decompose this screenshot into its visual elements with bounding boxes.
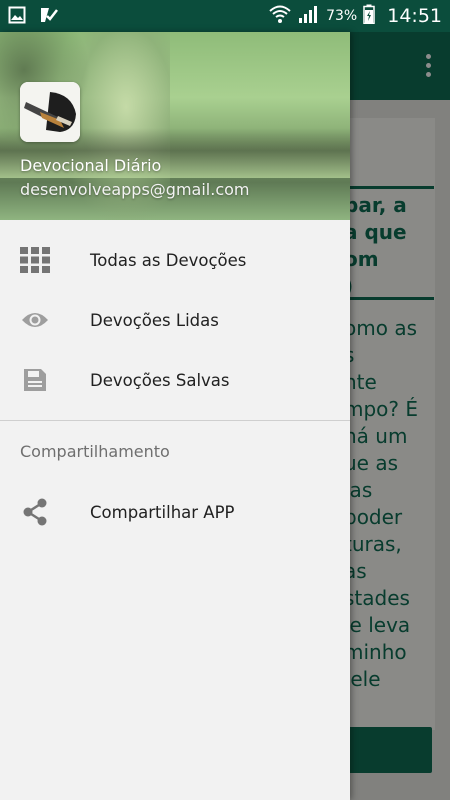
section-title-compartilhamento: Compartilhamento [20,442,170,461]
menu-item-label: Todas as Devoções [90,250,247,270]
menu-item-devocoes-lidas[interactable]: Devoções Lidas [0,290,350,350]
battery-charging-icon [363,4,375,28]
clock: 14:51 [387,5,442,27]
status-bar: 73% 14:51 [0,0,450,32]
drawer-email: desenvolveapps@gmail.com [20,180,250,199]
menu-item-devocoes-salvas[interactable]: Devoções Salvas [0,350,350,410]
menu-item-compartilhar-app[interactable]: Compartilhar APP [0,482,350,542]
check-app-icon [40,6,58,28]
drawer-app-name: Devocional Diário [20,156,162,175]
share-icon [20,498,50,526]
battery-percent: 73% [326,8,358,24]
app-logo-icon [20,82,80,142]
drawer-header: Devocional Diário desenvolveapps@gmail.c… [0,32,350,220]
wifi-icon [268,4,292,28]
save-icon [20,366,50,394]
menu-item-label: Devoções Lidas [90,310,219,330]
grid-icon [20,246,50,274]
drawer-divider [0,420,350,421]
menu-item-label: Devoções Salvas [90,370,230,390]
menu-item-label: Compartilhar APP [90,502,235,522]
navigation-drawer: Devocional Diário desenvolveapps@gmail.c… [0,32,350,800]
gallery-icon [8,6,26,28]
menu-item-todas-devocoes[interactable]: Todas as Devoções [0,230,350,290]
signal-icon [298,4,320,28]
eye-icon [20,306,50,334]
